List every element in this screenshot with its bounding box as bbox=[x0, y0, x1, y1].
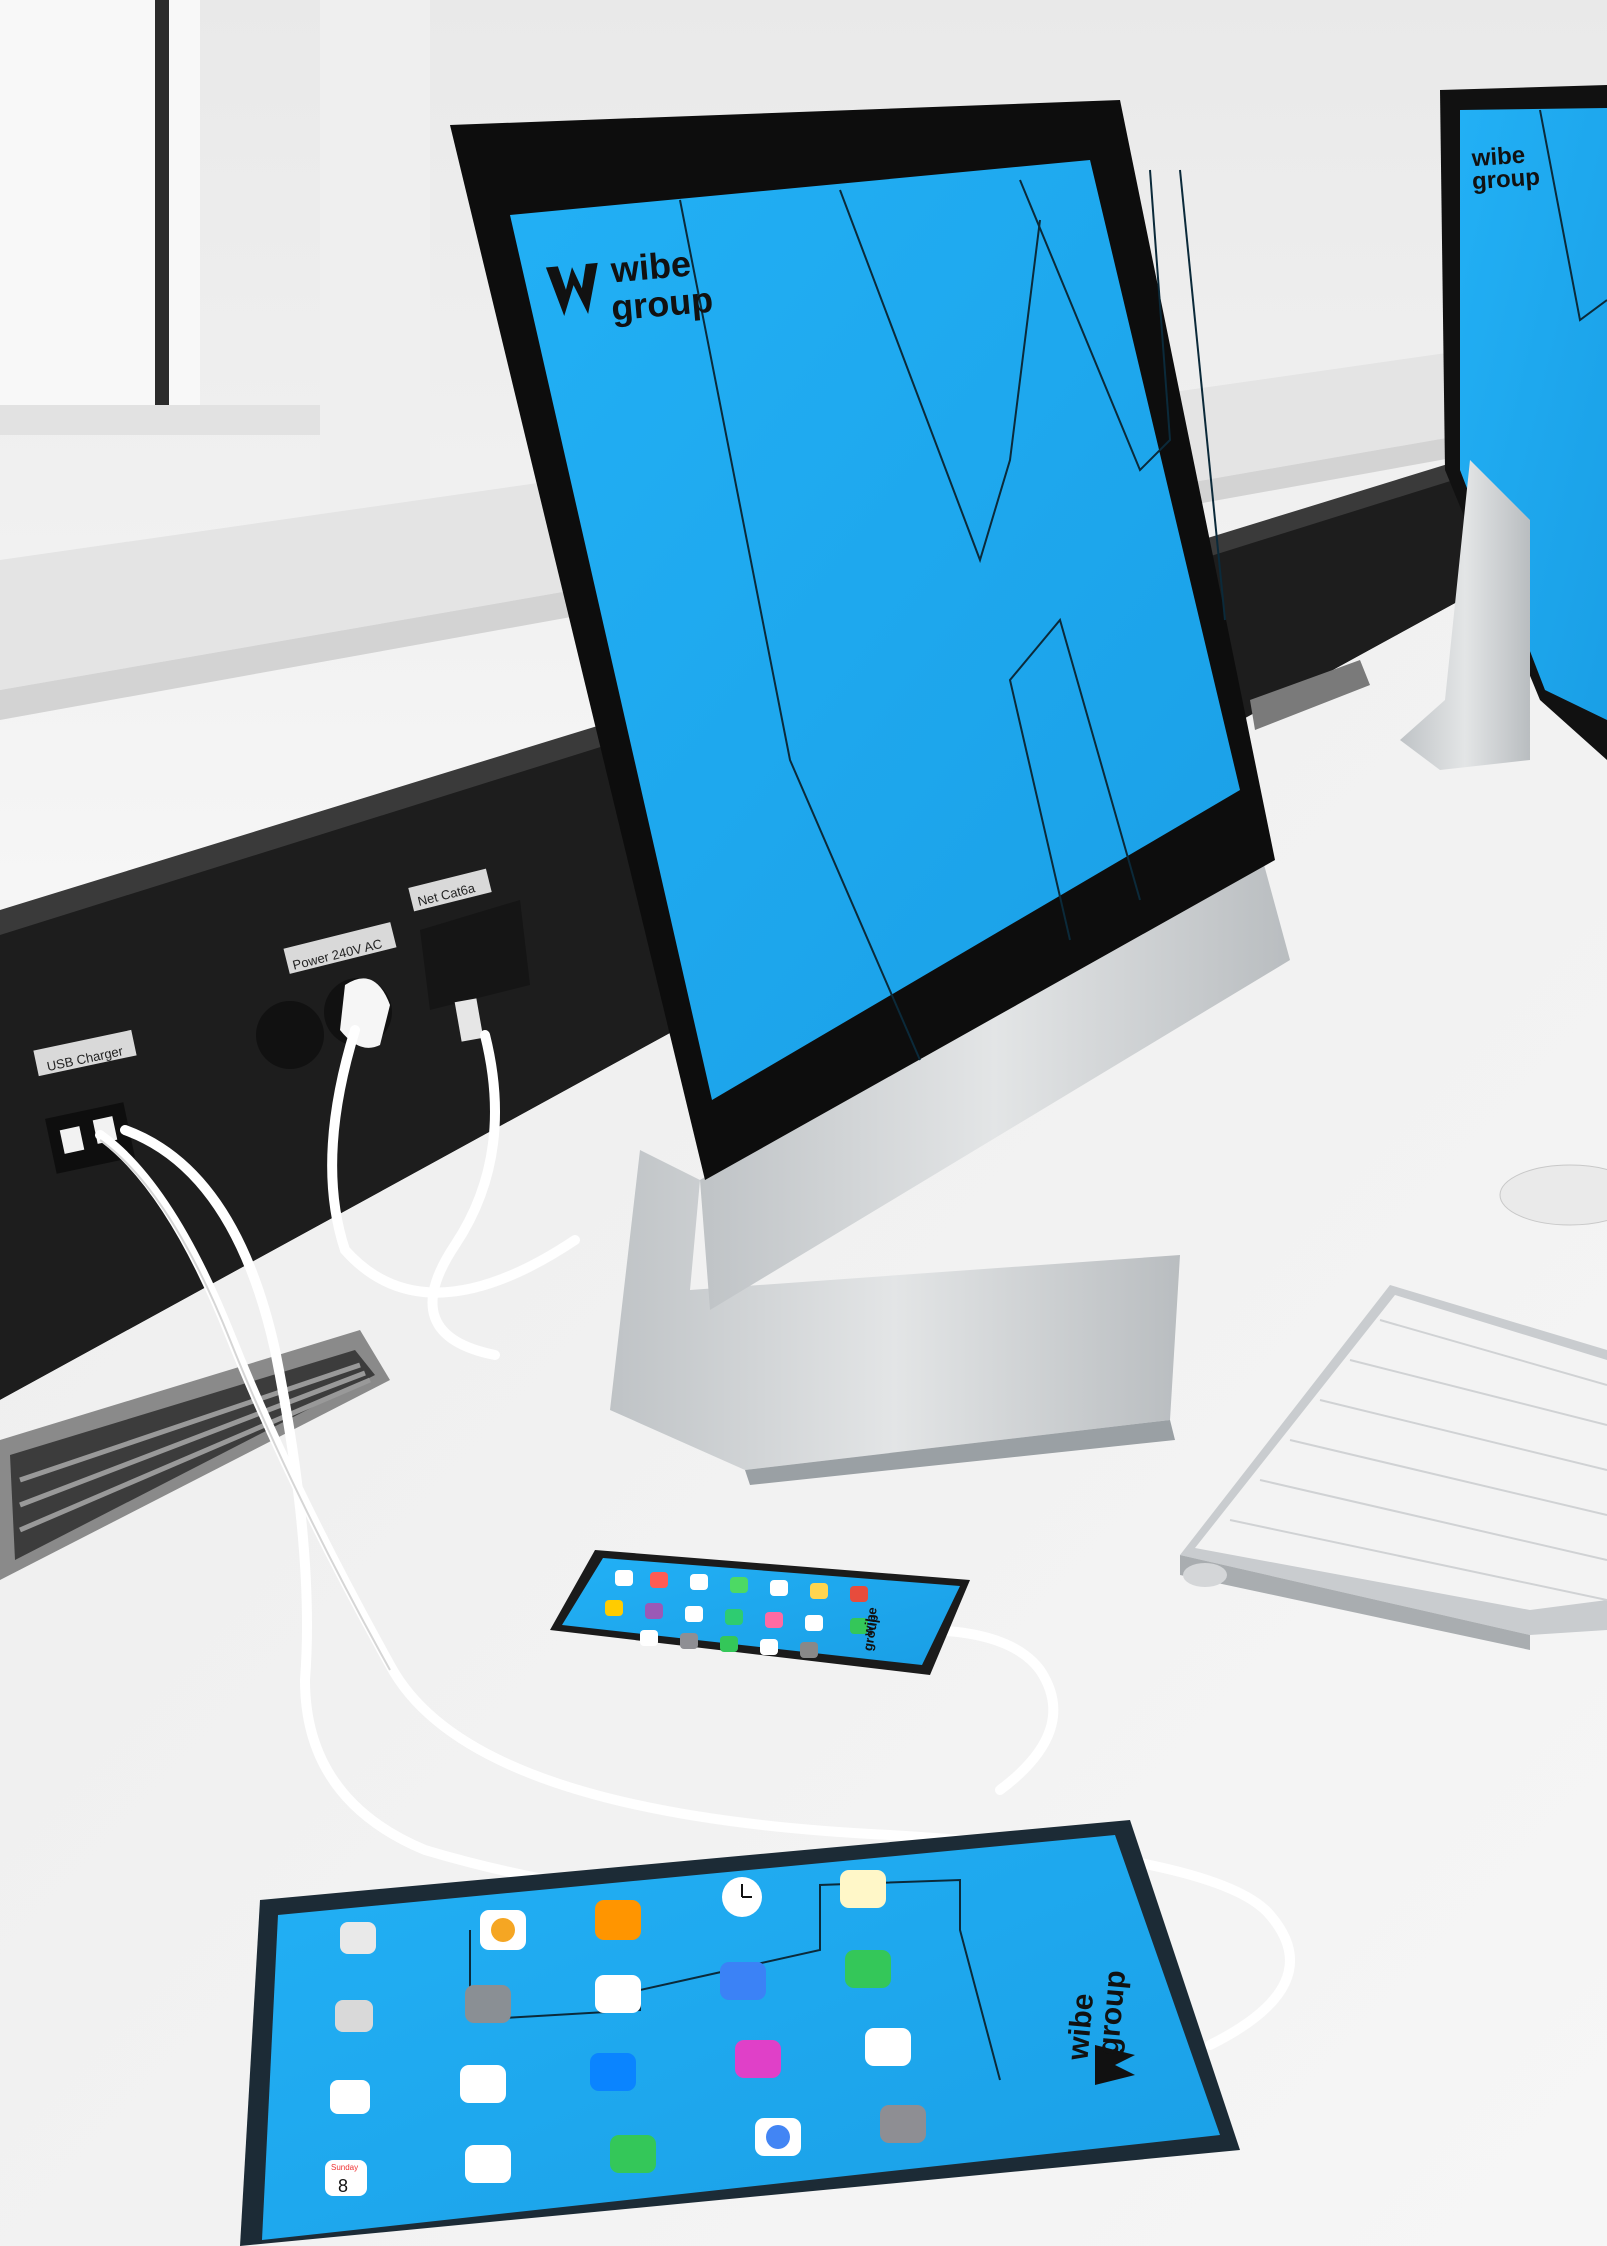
scene-svg: USB Charger Power 240V AC Net Cat6a wibe… bbox=[0, 0, 1607, 2246]
settings-icon bbox=[880, 2105, 926, 2143]
mail-icon bbox=[720, 1962, 766, 2000]
appstore-icon bbox=[590, 2053, 636, 2091]
docs-icon bbox=[465, 2145, 511, 2183]
files-icon bbox=[340, 1922, 376, 1954]
camera-icon bbox=[335, 2000, 373, 2032]
maps-icon bbox=[865, 2028, 911, 2066]
photos-icon-2 bbox=[330, 2080, 370, 2114]
clapper-icon bbox=[460, 2065, 506, 2103]
books-icon bbox=[595, 1900, 641, 1940]
notes-icon bbox=[840, 1870, 886, 1908]
calendar-day: 8 bbox=[338, 2176, 348, 2196]
face-icon bbox=[610, 2135, 656, 2173]
messages-icon bbox=[845, 1950, 891, 1988]
grey-app-icon bbox=[465, 1985, 511, 2023]
messenger-icon bbox=[595, 1975, 641, 2013]
itunes-icon bbox=[735, 2040, 781, 2078]
calendar-month: Sunday bbox=[331, 2163, 358, 2172]
desk-workspace-photo: USB Charger Power 240V AC Net Cat6a wibe… bbox=[0, 0, 1607, 2246]
right-monitor-brand-line2: group bbox=[1471, 164, 1541, 196]
